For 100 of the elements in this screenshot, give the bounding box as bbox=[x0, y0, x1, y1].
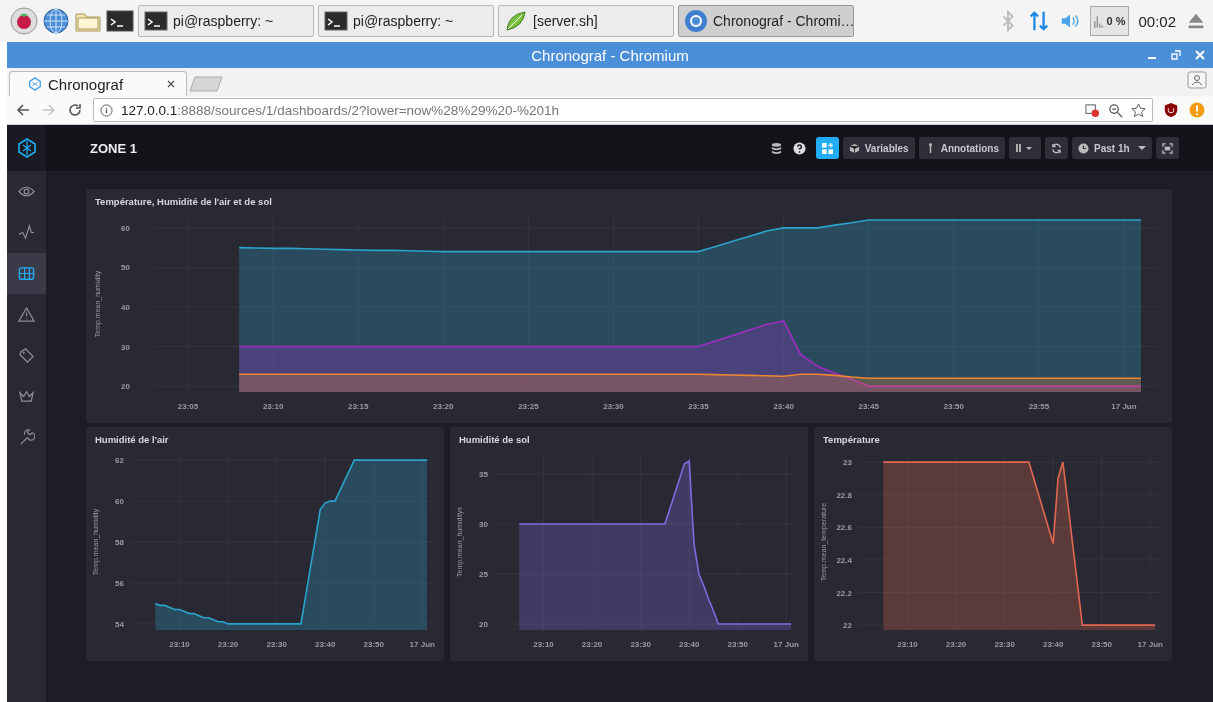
reload-icon[interactable] bbox=[67, 102, 83, 118]
tick-label: 17 Jun bbox=[1137, 640, 1163, 649]
chart-title: Humidité de l'air bbox=[94, 433, 170, 446]
tick-label: 23:15 bbox=[347, 402, 369, 411]
tick-label: 30 bbox=[121, 342, 130, 352]
window-title: Chronograf - Chromium bbox=[531, 46, 689, 64]
clock[interactable]: 00:02 bbox=[1138, 12, 1176, 30]
tick-label: 23:10 bbox=[533, 640, 554, 649]
tick-label: 17 Jun bbox=[773, 640, 799, 649]
browser-tab[interactable]: Chronograf bbox=[9, 71, 187, 96]
tick-label: 23:40 bbox=[314, 640, 336, 649]
terminal-icon bbox=[324, 9, 348, 33]
fullscreen-button[interactable] bbox=[1156, 137, 1179, 159]
cpu-graph-icon bbox=[1094, 14, 1104, 28]
chart-title: Humidité de sol bbox=[458, 433, 531, 446]
pause-caret-icon bbox=[1015, 143, 1035, 153]
toolbar-button[interactable]: Variables bbox=[842, 137, 915, 159]
tick-label: 20 bbox=[479, 620, 488, 629]
tick-label: 22.4 bbox=[836, 555, 852, 565]
terminal-icon[interactable] bbox=[106, 7, 134, 35]
tick-label: 22.8 bbox=[836, 490, 852, 500]
terminal-icon bbox=[144, 9, 168, 33]
time-range-dropdown[interactable]: Past 1h bbox=[1072, 137, 1152, 159]
tick-label: 17 Jun bbox=[1111, 402, 1137, 411]
raspberry-icon[interactable] bbox=[10, 7, 38, 35]
tick-label: 40 bbox=[121, 302, 130, 312]
taskbar-button[interactable]: pi@raspberry: ~ bbox=[318, 5, 494, 37]
add-cell-button[interactable] bbox=[815, 137, 839, 159]
tick-label: 60 bbox=[121, 223, 130, 233]
taskbar-button[interactable]: pi@raspberry: ~ bbox=[138, 5, 314, 37]
info-icon bbox=[100, 103, 113, 117]
tick-label: 25 bbox=[479, 570, 488, 579]
toolbar-button[interactable]: Annotations bbox=[918, 137, 1005, 159]
tick-label: 23:40 bbox=[773, 402, 794, 411]
tick-label: 23:55 bbox=[1028, 402, 1050, 411]
address-bar[interactable]: 127.0.0.1:8888/sources/1/dashboards/2?lower=now%28%29%20-%201h bbox=[93, 98, 1153, 122]
tick-label: 30 bbox=[479, 520, 488, 529]
tick-label: 17 Jun bbox=[409, 640, 435, 649]
chronograf-logo-icon[interactable] bbox=[16, 138, 37, 158]
tick-label: 60 bbox=[115, 497, 124, 507]
leaf-icon bbox=[504, 9, 528, 33]
sidebar-item[interactable] bbox=[7, 253, 46, 294]
shield-icon[interactable] bbox=[1163, 102, 1179, 118]
profile-icon[interactable] bbox=[1187, 70, 1207, 89]
refresh-icon bbox=[1051, 142, 1062, 154]
caret-icon bbox=[1138, 145, 1146, 151]
browser-icon bbox=[684, 9, 708, 33]
clock-icon bbox=[1078, 142, 1089, 154]
grid-plus-icon bbox=[821, 142, 833, 154]
blocked-popup-icon[interactable] bbox=[1085, 102, 1100, 118]
network-arrows-icon[interactable] bbox=[1028, 10, 1051, 32]
help-icon[interactable] bbox=[792, 141, 806, 155]
taskbar-button[interactable]: [server.sh] bbox=[498, 5, 674, 37]
back-icon[interactable] bbox=[15, 102, 31, 118]
tag-icon bbox=[18, 347, 35, 364]
tick-label: 22.2 bbox=[836, 588, 852, 598]
warning-icon bbox=[18, 306, 35, 323]
tick-label: 20 bbox=[121, 382, 130, 392]
tick-label: 23:10 bbox=[169, 640, 190, 649]
tick-label: 58 bbox=[115, 538, 124, 547]
tick-label: 62 bbox=[115, 456, 124, 466]
tick-label: 23:50 bbox=[943, 402, 965, 411]
tick-label: 23:10 bbox=[262, 402, 284, 411]
tick-label: 23:35 bbox=[688, 402, 709, 411]
tick-label: 23:50 bbox=[363, 640, 384, 649]
tick-label: 23:30 bbox=[994, 640, 1015, 649]
tick-label: 23:05 bbox=[177, 402, 199, 411]
cube-icon bbox=[848, 142, 860, 154]
zoom-icon[interactable] bbox=[1108, 102, 1123, 118]
tick-label: 23:30 bbox=[603, 402, 624, 411]
tick-label: 23:20 bbox=[433, 402, 454, 411]
taskbar-button[interactable]: Chronograf - Chromi… bbox=[678, 5, 854, 37]
refresh-button[interactable] bbox=[1045, 137, 1068, 159]
cpu-monitor[interactable]: 0 % bbox=[1090, 6, 1130, 36]
tick-label: 23:10 bbox=[897, 640, 918, 649]
tick-label: 23:30 bbox=[266, 640, 287, 649]
tick-label: 50 bbox=[121, 263, 130, 273]
tick-label: 23 bbox=[843, 458, 852, 468]
tick-label: 22.6 bbox=[836, 523, 852, 533]
tick-label: 22 bbox=[843, 621, 852, 631]
pause-dropdown[interactable] bbox=[1009, 137, 1041, 159]
graph-icon bbox=[18, 224, 35, 241]
globe-icon[interactable] bbox=[42, 7, 70, 35]
tick-label: 23:40 bbox=[678, 640, 700, 649]
tick-label: 54 bbox=[115, 619, 124, 629]
tick-label: 23:20 bbox=[217, 640, 239, 649]
star-icon[interactable] bbox=[1131, 102, 1146, 118]
fullscreen-icon bbox=[1162, 142, 1173, 154]
dashboard-title: ZONE 1 bbox=[90, 140, 137, 156]
close-icon[interactable] bbox=[166, 79, 176, 89]
crown-icon bbox=[18, 388, 35, 405]
database-icon[interactable] bbox=[769, 141, 783, 155]
tick-label: 23:50 bbox=[1091, 640, 1112, 649]
wrench-icon bbox=[18, 429, 35, 446]
chart-title: Température, Humidité de l'air et de sol bbox=[94, 195, 273, 208]
tick-label: 23:30 bbox=[630, 640, 651, 649]
restore-icon[interactable] bbox=[1171, 50, 1181, 60]
tick-label: 23:40 bbox=[1042, 640, 1064, 649]
tick-label: 23:50 bbox=[727, 640, 748, 649]
tick-label: 23:45 bbox=[858, 402, 879, 411]
